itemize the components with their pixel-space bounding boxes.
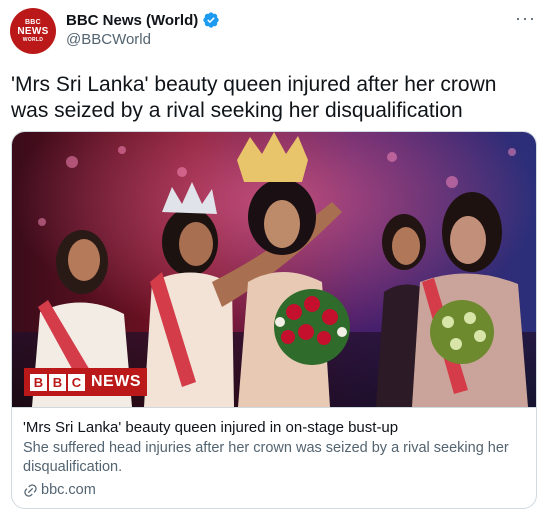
bbc-logo-blocks: B B C	[30, 373, 87, 391]
bbc-logo-word: NEWS	[91, 373, 141, 390]
link-preview-card[interactable]: B B C NEWS 'Mrs Sri Lanka' beauty queen …	[11, 131, 537, 509]
card-domain: bbc.com	[23, 482, 527, 498]
card-body[interactable]: 'Mrs Sri Lanka' beauty queen injured in …	[12, 407, 536, 508]
more-options-button[interactable]: ···	[515, 8, 536, 29]
card-description: She suffered head injuries after her cro…	[23, 440, 509, 475]
display-name[interactable]: BBC News (World)	[66, 12, 198, 29]
bbc-news-logo: B B C NEWS	[24, 368, 147, 396]
more-horizontal-icon: ···	[515, 8, 536, 28]
avatar[interactable]: BBC NEWS WORLD	[10, 8, 56, 54]
account-handle[interactable]: @BBCWorld	[66, 31, 151, 48]
card-title: 'Mrs Sri Lanka' beauty queen injured in …	[23, 419, 399, 436]
bbc-logo-block: B	[30, 373, 47, 391]
verified-badge-icon	[203, 12, 219, 28]
tweet-text: 'Mrs Sri Lanka' beauty queen injured aft…	[11, 73, 497, 122]
bbc-logo-block: C	[68, 373, 85, 391]
author-name-row: BBC News (World)	[66, 11, 220, 29]
card-domain-text: bbc.com	[41, 482, 96, 498]
tweet: BBC NEWS WORLD BBC News (World) @BBCWorl…	[0, 0, 550, 518]
link-icon	[24, 483, 37, 497]
bbc-logo-block: B	[49, 373, 66, 391]
avatar-logo-line: BBC	[24, 19, 42, 26]
avatar-logo-line: WORLD	[22, 37, 44, 43]
avatar-logo-line: NEWS	[17, 26, 49, 37]
card-image[interactable]	[12, 132, 537, 407]
